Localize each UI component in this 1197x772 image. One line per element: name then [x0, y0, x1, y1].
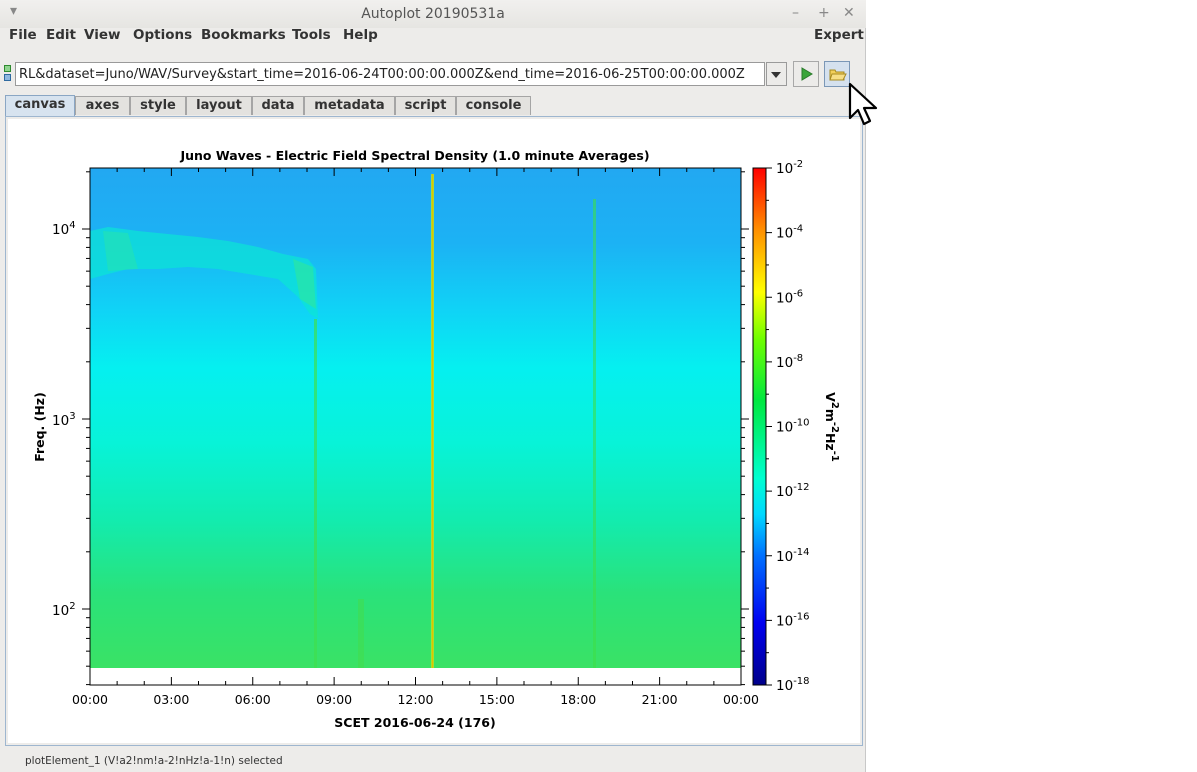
menu-tools[interactable]: Tools: [292, 27, 331, 43]
x-tick-label: 00:00: [723, 692, 759, 707]
status-bar-text: plotElement_1 (V!a2!nm!a-2!nHz!a-1!n) se…: [25, 755, 283, 767]
spectrogram-plot[interactable]: Juno Waves - Electric Field Spectral Den…: [8, 119, 860, 743]
colorbar-tick-label: 10-6: [776, 288, 803, 306]
tab-style[interactable]: style: [130, 96, 186, 115]
chevron-down-icon: [771, 72, 781, 78]
url-text: RL&dataset=Juno/WAV/Survey&start_time=20…: [19, 67, 745, 82]
menu-options[interactable]: Options: [133, 27, 192, 43]
title-bar[interactable]: ▾ Autoplot 20190531a – + ✕: [0, 0, 866, 28]
url-input[interactable]: RL&dataset=Juno/WAV/Survey&start_time=20…: [15, 62, 765, 86]
colorbar-tick-label: 10-18: [776, 676, 810, 694]
tab-metadata[interactable]: metadata: [304, 96, 395, 115]
maximize-icon[interactable]: +: [818, 5, 830, 21]
mouse-cursor-icon: [848, 82, 878, 126]
colorbar-tick-label: 10-16: [776, 611, 810, 629]
x-axis-label: SCET 2016-06-24 (176): [334, 715, 495, 730]
y-tick-label-1e2: 102: [52, 601, 76, 619]
colorbar-tick-label: 10-14: [776, 547, 810, 565]
tab-axes[interactable]: axes: [75, 96, 130, 115]
colorbar-tick-label: 10-2: [776, 159, 803, 177]
y-tick-label-1e3: 103: [52, 411, 76, 429]
menu-bar: File Edit View Options Bookmarks Tools H…: [0, 26, 866, 46]
x-tick-label: 06:00: [235, 692, 271, 707]
tab-console[interactable]: console: [456, 96, 531, 115]
colorbar-tick-labels: 10-2 10-4 10-6 10-8 10-10 10-12 10-14 10-16 10-1…: [776, 159, 810, 694]
window-title: Autoplot 20190531a: [361, 6, 505, 22]
x-tick-label: 15:00: [479, 692, 515, 707]
menu-file[interactable]: File: [9, 27, 37, 43]
url-history-dropdown[interactable]: [766, 62, 787, 86]
menu-bookmarks[interactable]: Bookmarks: [201, 27, 286, 43]
colorbar-label: V2m-2Hz-1: [823, 392, 840, 462]
canvas-panel: Juno Waves - Electric Field Spectral Den…: [5, 116, 863, 746]
tab-data[interactable]: data: [252, 96, 304, 115]
play-icon: [801, 67, 813, 81]
plot-canvas[interactable]: Juno Waves - Electric Field Spectral Den…: [8, 119, 860, 743]
minimize-icon[interactable]: –: [792, 5, 799, 21]
y-tick-label-1e4: 104: [52, 220, 76, 238]
plot-title: Juno Waves - Electric Field Spectral Den…: [179, 148, 649, 163]
tab-canvas[interactable]: canvas: [5, 95, 75, 116]
tab-script[interactable]: script: [395, 96, 456, 115]
menu-view[interactable]: View: [84, 27, 120, 43]
colorbar-tick-label: 10-10: [776, 418, 810, 436]
colorbar[interactable]: [752, 167, 767, 686]
menu-expert[interactable]: Expert: [814, 27, 864, 43]
plot-go-button[interactable]: [793, 61, 819, 87]
x-tick-label: 12:00: [397, 692, 433, 707]
colorbar-tick-label: 10-4: [776, 224, 803, 242]
menu-edit[interactable]: Edit: [46, 27, 76, 43]
drag-handle-icon[interactable]: [4, 65, 11, 81]
x-tick-label: 18:00: [560, 692, 596, 707]
app-window: ▾ Autoplot 20190531a – + ✕ File Edit Vie…: [0, 0, 866, 772]
colorbar-tick-label: 10-8: [776, 353, 803, 371]
x-tick-label: 00:00: [72, 692, 108, 707]
y-axis-label: Freq. (Hz): [32, 392, 47, 462]
colorbar-ticks: [766, 167, 772, 686]
x-tick-label: 03:00: [153, 692, 189, 707]
tab-layout[interactable]: layout: [186, 96, 252, 115]
x-tick-label: 09:00: [316, 692, 352, 707]
close-icon[interactable]: ✕: [843, 5, 855, 21]
x-tick-label: 21:00: [642, 692, 678, 707]
colorbar-tick-label: 10-12: [776, 482, 810, 500]
x-tick-labels: 00:00 03:00 06:00 09:00 12:00 15:00 18:00 21:00…: [72, 692, 759, 707]
menu-help[interactable]: Help: [343, 27, 378, 43]
